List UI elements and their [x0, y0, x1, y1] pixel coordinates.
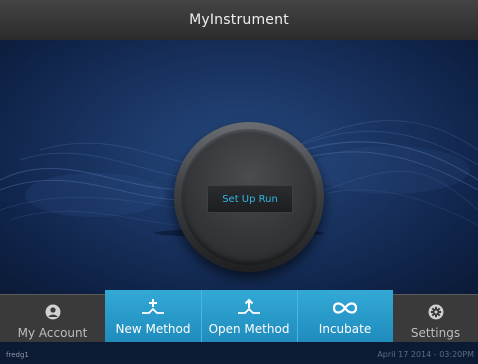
nav-new-method[interactable]: New Method [105, 290, 201, 342]
nav-label: Open Method [208, 322, 290, 336]
nav-label: New Method [115, 322, 191, 336]
date-time: April 17 2014 - 03:20PM [377, 350, 474, 359]
set-up-run-label: Set Up Run [222, 193, 278, 205]
gear-icon [428, 300, 444, 324]
nav-my-account[interactable]: My Account [0, 294, 105, 342]
nav-label: Settings [410, 326, 461, 340]
dial-face: Set Up Run [181, 129, 317, 265]
set-up-run-button[interactable]: Set Up Run [207, 185, 293, 213]
setup-run-dial[interactable]: Set Up Run [174, 122, 324, 272]
open-method-icon [236, 296, 262, 320]
status-bar: fredg1 April 17 2014 - 03:20PM [0, 342, 478, 364]
user-icon [45, 300, 61, 324]
nav-open-method[interactable]: Open Method [201, 290, 297, 342]
nav-label: Incubate [318, 322, 372, 336]
nav-incubate[interactable]: Incubate [297, 290, 393, 342]
new-method-icon [140, 296, 166, 320]
main-area: Set Up Run [0, 40, 478, 294]
title-bar: MyInstrument [0, 0, 478, 41]
username: fredg1 [6, 351, 29, 359]
infinity-icon [330, 296, 360, 320]
nav-settings[interactable]: Settings [393, 294, 478, 342]
window-title: MyInstrument [189, 12, 289, 28]
instrument-screen: MyInstrument Set Up Run My Account New M… [0, 0, 478, 364]
nav-label: My Account [17, 326, 88, 340]
